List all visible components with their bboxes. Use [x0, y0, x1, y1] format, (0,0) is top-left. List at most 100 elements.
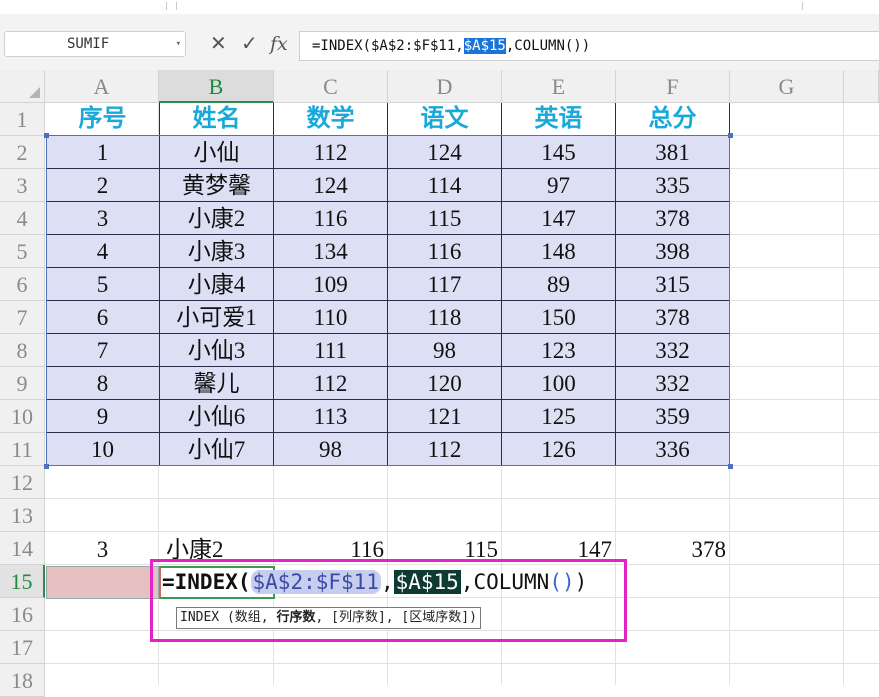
table-cell[interactable]: 小可爱1 — [160, 301, 273, 334]
row-header[interactable]: 1 — [0, 103, 45, 136]
table-cell[interactable]: 小仙3 — [160, 334, 273, 367]
row-header[interactable]: 10 — [0, 400, 45, 433]
header-cell[interactable]: 数学 — [274, 103, 387, 136]
referenced-cell-a15[interactable] — [46, 566, 159, 599]
table-cell[interactable]: 336 — [616, 433, 729, 466]
row-header[interactable]: 12 — [0, 466, 45, 499]
chevron-down-icon[interactable]: ▾ — [176, 32, 181, 56]
result-cell-a14[interactable]: 3 — [46, 533, 159, 566]
table-cell[interactable]: 112 — [274, 136, 387, 169]
table-cell[interactable]: 315 — [616, 268, 729, 301]
column-header-d[interactable]: D — [388, 70, 502, 103]
name-box[interactable]: SUMIF ▾ — [4, 31, 186, 57]
row-header[interactable]: 16 — [0, 598, 45, 631]
table-cell[interactable]: 381 — [616, 136, 729, 169]
table-cell[interactable]: 109 — [274, 268, 387, 301]
table-cell[interactable]: 332 — [616, 367, 729, 400]
check-icon[interactable]: ✓ — [241, 32, 258, 56]
column-header-f[interactable]: F — [616, 70, 730, 103]
row-header[interactable]: 8 — [0, 334, 45, 367]
table-cell[interactable]: 378 — [616, 202, 729, 235]
table-cell[interactable]: 2 — [46, 169, 159, 202]
table-cell[interactable]: 黄梦馨 — [160, 169, 273, 202]
row-header[interactable]: 13 — [0, 499, 45, 532]
table-cell[interactable]: 112 — [388, 433, 501, 466]
table-cell[interactable]: 134 — [274, 235, 387, 268]
column-header-a[interactable]: A — [45, 70, 159, 103]
table-cell[interactable]: 114 — [388, 169, 501, 202]
row-header-active[interactable]: 15 — [0, 565, 45, 598]
row-header[interactable]: 2 — [0, 136, 45, 169]
table-cell[interactable]: 小康4 — [160, 268, 273, 301]
table-cell[interactable]: 335 — [616, 169, 729, 202]
row-header[interactable]: 3 — [0, 169, 45, 202]
header-cell[interactable]: 总分 — [616, 103, 729, 136]
header-cell[interactable]: 英语 — [502, 103, 615, 136]
table-cell[interactable]: 398 — [616, 235, 729, 268]
table-cell[interactable]: 150 — [502, 301, 615, 334]
column-header-e[interactable]: E — [502, 70, 616, 103]
table-cell[interactable]: 113 — [274, 400, 387, 433]
row-header[interactable]: 18 — [0, 664, 45, 697]
row-header[interactable]: 14 — [0, 532, 45, 565]
table-cell[interactable]: 145 — [502, 136, 615, 169]
table-cell[interactable]: 147 — [502, 202, 615, 235]
table-cell[interactable]: 8 — [46, 367, 159, 400]
column-header-c[interactable]: C — [274, 70, 388, 103]
table-cell[interactable]: 小仙 — [160, 136, 273, 169]
table-cell[interactable]: 97 — [502, 169, 615, 202]
row-header[interactable]: 17 — [0, 631, 45, 664]
table-cell[interactable]: 378 — [616, 301, 729, 334]
table-cell[interactable]: 121 — [388, 400, 501, 433]
header-cell[interactable]: 语文 — [388, 103, 501, 136]
table-cell[interactable]: 小仙6 — [160, 400, 273, 433]
table-cell[interactable]: 1 — [46, 136, 159, 169]
table-cell[interactable]: 125 — [502, 400, 615, 433]
insert-function-icon[interactable]: fx — [270, 32, 288, 56]
result-cell-f14[interactable]: 378 — [616, 533, 727, 566]
header-cell[interactable]: 姓名 — [160, 103, 273, 136]
table-cell[interactable]: 148 — [502, 235, 615, 268]
table-cell[interactable]: 332 — [616, 334, 729, 367]
table-cell[interactable]: 9 — [46, 400, 159, 433]
table-cell[interactable]: 89 — [502, 268, 615, 301]
table-cell[interactable]: 117 — [388, 268, 501, 301]
row-header[interactable]: 9 — [0, 367, 45, 400]
table-cell[interactable]: 124 — [274, 169, 387, 202]
row-header[interactable]: 7 — [0, 301, 45, 334]
table-cell[interactable]: 小康3 — [160, 235, 273, 268]
table-cell[interactable]: 110 — [274, 301, 387, 334]
table-cell[interactable]: 111 — [274, 334, 387, 367]
table-cell[interactable]: 10 — [46, 433, 159, 466]
table-cell[interactable]: 124 — [388, 136, 501, 169]
row-header[interactable]: 5 — [0, 235, 45, 268]
table-cell[interactable]: 98 — [388, 334, 501, 367]
table-cell[interactable]: 馨儿 — [160, 367, 273, 400]
table-cell[interactable]: 126 — [502, 433, 615, 466]
table-cell[interactable]: 小康2 — [160, 202, 273, 235]
header-cell[interactable]: 序号 — [46, 103, 159, 136]
table-cell[interactable]: 3 — [46, 202, 159, 235]
table-cell[interactable]: 小仙7 — [160, 433, 273, 466]
table-cell[interactable]: 112 — [274, 367, 387, 400]
column-header-h[interactable] — [844, 70, 879, 103]
table-cell[interactable]: 98 — [274, 433, 387, 466]
table-cell[interactable]: 359 — [616, 400, 729, 433]
column-header-g[interactable]: G — [730, 70, 844, 103]
table-cell[interactable]: 5 — [46, 268, 159, 301]
table-cell[interactable]: 120 — [388, 367, 501, 400]
table-cell[interactable]: 116 — [274, 202, 387, 235]
table-cell[interactable]: 7 — [46, 334, 159, 367]
row-header[interactable]: 6 — [0, 268, 45, 301]
row-header[interactable]: 4 — [0, 202, 45, 235]
column-header-b[interactable]: B — [159, 70, 274, 103]
cancel-icon[interactable]: ✕ — [210, 32, 227, 56]
row-header[interactable]: 11 — [0, 433, 45, 466]
table-cell[interactable]: 115 — [388, 202, 501, 235]
select-all-button[interactable] — [0, 70, 45, 103]
table-cell[interactable]: 100 — [502, 367, 615, 400]
formula-input[interactable]: =INDEX($A$2:$F$11,$A$15,COLUMN()) — [299, 31, 879, 61]
table-cell[interactable]: 6 — [46, 301, 159, 334]
table-cell[interactable]: 118 — [388, 301, 501, 334]
table-cell[interactable]: 4 — [46, 235, 159, 268]
